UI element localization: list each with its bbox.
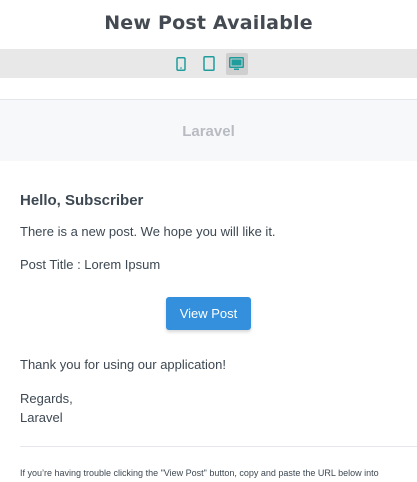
mobile-view-button[interactable] xyxy=(170,53,192,75)
smartphone-icon xyxy=(175,56,186,71)
page-title: New Post Available xyxy=(104,12,313,34)
email-signoff: Regards, Laravel xyxy=(20,389,73,427)
email-header: Laravel xyxy=(0,99,417,162)
tablet-icon xyxy=(202,56,215,71)
email-header-brand[interactable]: Laravel xyxy=(182,123,235,140)
email-subcopy: If you’re having trouble clicking the "V… xyxy=(20,468,379,478)
email-greeting: Hello, Subscriber xyxy=(20,192,144,209)
desktop-view-button[interactable] xyxy=(225,52,248,75)
view-post-button[interactable]: View Post xyxy=(165,297,252,330)
desktop-icon xyxy=(229,56,244,70)
subcopy-divider xyxy=(20,446,417,447)
tablet-view-button[interactable] xyxy=(198,53,220,75)
preview-spacer xyxy=(0,78,417,99)
email-signature: Laravel xyxy=(20,410,63,425)
email-intro-line: There is a new post. We hope you will li… xyxy=(20,224,276,239)
action-button-wrapper: View Post xyxy=(0,297,417,330)
device-toggle-bar xyxy=(0,49,417,78)
preview-title-bar: New Post Available xyxy=(0,0,417,46)
email-post-title: Post Title : Lorem Ipsum xyxy=(20,257,161,272)
email-outro-line: Thank you for using our application! xyxy=(20,357,226,372)
email-salutation: Regards, xyxy=(20,391,73,406)
email-body: Hello, Subscriber There is a new post. W… xyxy=(0,161,417,482)
